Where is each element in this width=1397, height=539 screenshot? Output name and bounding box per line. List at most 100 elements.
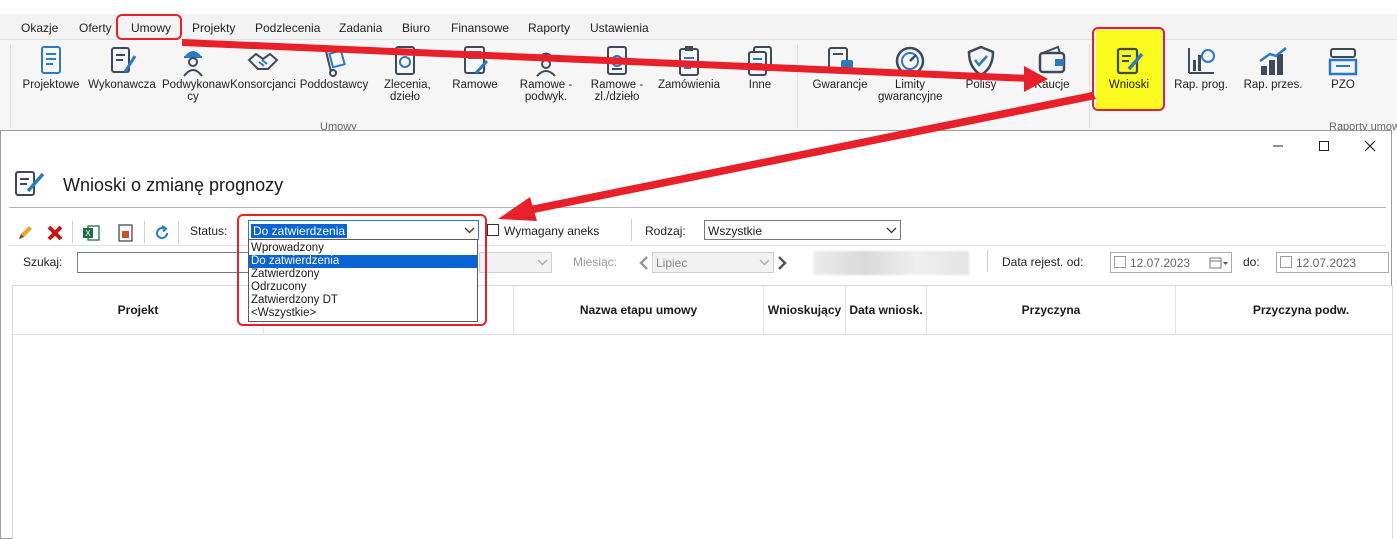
ribbon-zamowienia-button[interactable]: Zamówienia — [654, 42, 724, 126]
column-data-wniosk[interactable]: Data wniosk. — [846, 286, 927, 335]
toolbar-divider — [9, 245, 1386, 246]
ribbon-podwykonawcy-button[interactable]: Podwykonaw cy — [158, 42, 230, 126]
column-wnioskujacy[interactable]: Wnioskujący — [764, 286, 846, 335]
ribbon-inne-button[interactable]: Inne — [728, 42, 792, 126]
ribbon-button-label: Ramowe - podwyk. — [519, 79, 573, 103]
ribbon-pzo-button[interactable]: PZO — [1310, 42, 1376, 126]
date-from-input[interactable]: 12.07.2023 — [1110, 252, 1232, 273]
ribbon-button-label: Rap. przes. — [1243, 79, 1303, 91]
project-filter-select[interactable] — [479, 252, 552, 273]
ribbon-button-label: Zamówienia — [658, 79, 720, 91]
inbox-tray-icon — [1328, 48, 1358, 76]
ribbon-button-label: Rap. prog. — [1174, 79, 1228, 91]
ribbon-button-label: Kaucje — [1034, 79, 1070, 91]
menu-ustawienia[interactable]: Ustawienia — [590, 21, 649, 35]
handshake-icon — [247, 52, 279, 70]
ribbon-separator — [10, 44, 11, 128]
ribbon-poddostawcy-button[interactable]: Poddostawcy — [298, 42, 370, 126]
refresh-icon[interactable] — [152, 223, 172, 243]
status-select[interactable]: Do zatwierdzenia — [248, 220, 479, 240]
maximize-icon — [1319, 141, 1329, 151]
status-option[interactable]: Odrzucony — [249, 281, 477, 294]
ribbon-polisy-button[interactable]: Polisy — [948, 42, 1014, 126]
column-projekt[interactable]: Projekt — [13, 286, 264, 335]
status-option[interactable]: Wprowadzony — [249, 242, 477, 255]
minimize-button[interactable] — [1263, 137, 1293, 157]
search-input[interactable] — [77, 252, 252, 273]
toolbar-separator — [144, 221, 145, 243]
ribbon-projektowe-button[interactable]: Projektowe — [18, 42, 84, 126]
document-icon — [41, 46, 61, 74]
menu-okazje[interactable]: Okazje — [21, 21, 58, 35]
ribbon-ramowe-zl-button[interactable]: Ramowe - zl./dzieło — [582, 42, 652, 126]
frame-document-icon — [464, 46, 489, 75]
ribbon-gwarancje-button[interactable]: Gwarancje — [806, 42, 874, 126]
ribbon-wnioski-button[interactable]: Wnioski — [1096, 42, 1162, 126]
chevron-down-icon — [464, 227, 475, 234]
ribbon-button-label: Polisy — [965, 79, 997, 91]
menu-oferty[interactable]: Oferty — [79, 21, 112, 35]
toolbar-separator — [72, 221, 73, 243]
status-option[interactable]: Zatwierdzony — [249, 268, 477, 281]
ribbon-kaucje-button[interactable]: Kaucje — [1018, 42, 1086, 126]
toolbar-separator — [178, 221, 179, 243]
date-to-input[interactable]: 12.07.2023 — [1276, 252, 1389, 273]
edit-pencil-icon[interactable] — [15, 223, 35, 243]
ribbon-separator — [1089, 44, 1090, 128]
ribbon-button-label: Wnioski — [1108, 79, 1150, 91]
menu-projekty[interactable]: Projekty — [192, 21, 235, 35]
menu-umowy[interactable]: Umowy — [131, 21, 171, 35]
maximize-button[interactable] — [1309, 137, 1339, 157]
menu-podzlecenia[interactable]: Podzlecenia — [255, 21, 320, 35]
excel-export-icon[interactable]: X — [81, 223, 101, 243]
report-chart-icon — [1188, 48, 1215, 74]
status-option-selected[interactable]: Do zatwierdzenia — [249, 255, 477, 268]
ribbon-wykonawcza-button[interactable]: Wykonawcza — [86, 42, 158, 126]
minimize-icon — [1273, 145, 1283, 147]
chevron-left-icon[interactable] — [638, 255, 650, 271]
delete-icon[interactable] — [45, 223, 65, 243]
bar-trend-icon — [1259, 47, 1287, 75]
ribbon-button-label: Gwarancje — [812, 79, 868, 91]
status-option[interactable]: Zatwierdzony DT — [249, 294, 477, 307]
close-icon — [1364, 140, 1376, 152]
ribbon-ramowe-button[interactable]: Ramowe — [442, 42, 508, 126]
guarantee-icon — [828, 47, 853, 73]
date-to-label: do: — [1243, 255, 1260, 269]
rodzaj-select[interactable]: Wszystkie — [704, 220, 901, 240]
chevron-right-icon[interactable] — [776, 255, 788, 271]
menu-biuro[interactable]: Biuro — [402, 21, 430, 35]
ribbon-zlecenia-button[interactable]: Zlecenia, dzieło — [372, 42, 438, 126]
wymagany-aneks-checkbox[interactable] — [487, 224, 499, 236]
search-label: Szukaj: — [23, 255, 63, 269]
ribbon-ramowe-podwyk-button[interactable]: Ramowe - podwyk. — [512, 42, 580, 126]
svg-text:X: X — [85, 229, 91, 238]
date-from-checkbox[interactable] — [1114, 256, 1126, 268]
column-przyczyna-podw[interactable]: Przyczyna podw. — [1176, 286, 1397, 335]
column-nazwa-etapu[interactable]: Nazwa etapu umowy — [514, 286, 764, 335]
ribbon-konsorcjanci-button[interactable]: Konsorcjanci — [229, 42, 297, 126]
screen: { "menu": { "items": ["Okazje","Oferty",… — [0, 0, 1397, 539]
ribbon: Projektowe Wykonawcza Podwykonaw cy Kons… — [0, 30, 1397, 133]
chevron-down-icon — [537, 259, 548, 266]
stack-documents-icon — [748, 46, 772, 76]
menu-zadania[interactable]: Zadania — [339, 21, 382, 35]
report-icon[interactable] — [115, 223, 135, 243]
ribbon-limity-button[interactable]: Limity gwarancyjne — [874, 42, 946, 126]
close-button[interactable] — [1355, 137, 1385, 157]
ribbon-separator — [797, 44, 798, 128]
ribbon-rap-przes-button[interactable]: Rap. przes. — [1238, 42, 1308, 126]
chevron-down-icon — [759, 259, 770, 266]
chevron-down-icon — [886, 227, 897, 234]
column-przyczyna[interactable]: Przyczyna — [927, 286, 1176, 335]
menu-finansowe[interactable]: Finansowe — [451, 21, 509, 35]
toolbar-separator — [631, 219, 632, 241]
month-select[interactable]: Lipiec — [652, 252, 774, 273]
ribbon-button-label: Konsorcjanci — [230, 79, 296, 91]
ribbon-rap-prog-button[interactable]: Rap. prog. — [1168, 42, 1234, 126]
redacted-field — [813, 251, 969, 275]
wnioski-dialog: Wnioski o zmianę prognozy X Status: Do z… — [0, 130, 1393, 539]
date-to-checkbox[interactable] — [1280, 256, 1292, 268]
status-option[interactable]: <Wszystkie> — [249, 307, 477, 320]
menu-raporty[interactable]: Raporty — [528, 21, 570, 35]
